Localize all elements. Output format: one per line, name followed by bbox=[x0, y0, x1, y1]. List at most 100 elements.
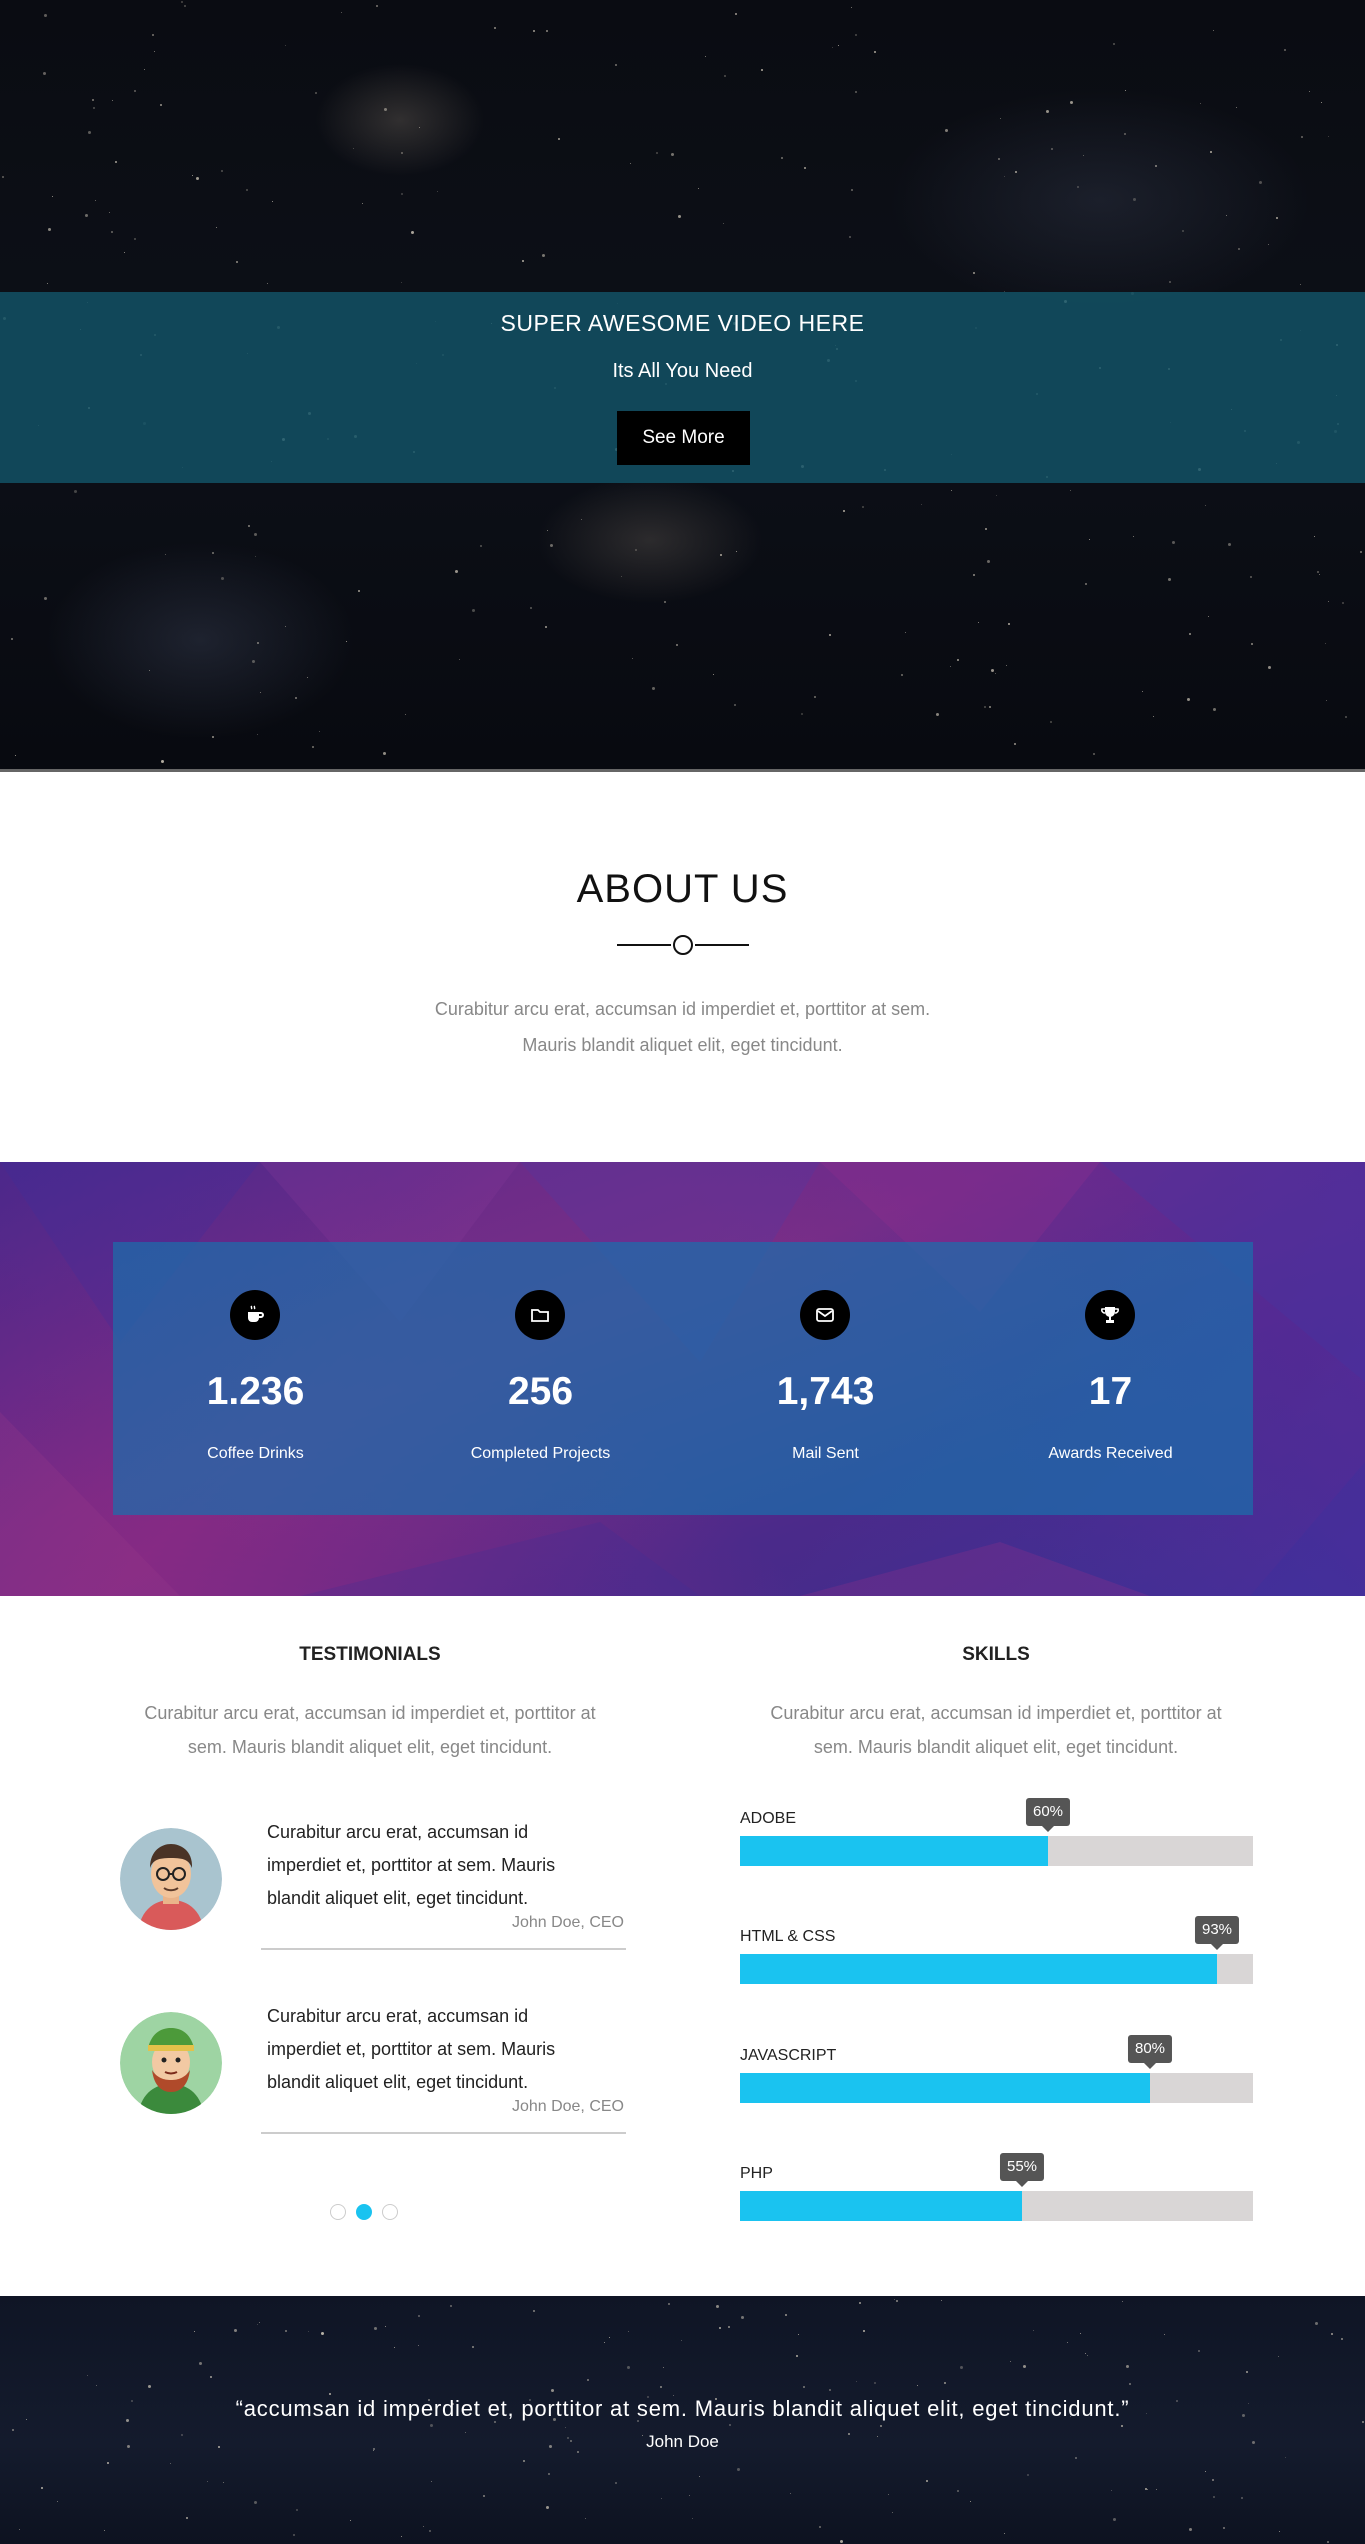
envelope-icon bbox=[800, 1290, 850, 1340]
skill-percent-tooltip: 80% bbox=[1127, 2035, 1173, 2069]
about-section: ABOUT US Curabitur arcu erat, accumsan i… bbox=[0, 775, 1365, 1162]
star bbox=[254, 533, 257, 536]
skills-desc-line2: sem. Mauris blandit aliquet elit, eget t… bbox=[813, 1737, 1179, 1757]
star bbox=[1200, 103, 1201, 104]
quote-author: John Doe bbox=[646, 2432, 719, 2451]
star bbox=[851, 7, 852, 8]
star bbox=[656, 152, 658, 154]
carousel-dot-1[interactable] bbox=[330, 2204, 346, 2220]
star bbox=[1067, 2342, 1068, 2343]
star bbox=[285, 626, 286, 627]
star bbox=[1360, 551, 1362, 553]
skill-bar-javascript: JAVASCRIPT 80% bbox=[740, 2035, 1253, 2115]
star bbox=[901, 674, 903, 676]
star bbox=[921, 504, 922, 505]
stat-value: 1.236 bbox=[206, 1370, 305, 1413]
star bbox=[149, 670, 150, 671]
star bbox=[546, 30, 548, 32]
stat-label: Coffee Drinks bbox=[207, 1445, 304, 1462]
star bbox=[57, 2501, 58, 2502]
carousel-dots bbox=[330, 2202, 402, 2222]
star bbox=[1326, 700, 1327, 701]
star bbox=[892, 2512, 893, 2513]
star bbox=[856, 2381, 857, 2382]
star bbox=[285, 45, 286, 46]
star bbox=[973, 574, 975, 576]
star bbox=[1093, 753, 1095, 755]
star bbox=[1124, 133, 1126, 135]
star bbox=[170, 2463, 171, 2464]
star bbox=[401, 2536, 402, 2537]
testimonial-line: blandit aliquet elit, eget tincidunt. bbox=[267, 2072, 529, 2092]
star bbox=[581, 519, 582, 520]
star bbox=[862, 506, 864, 508]
skill-fill bbox=[740, 2073, 1150, 2103]
star bbox=[483, 2495, 485, 2497]
star bbox=[112, 100, 113, 101]
star bbox=[1004, 176, 1005, 177]
avatar bbox=[120, 2012, 222, 2114]
star bbox=[615, 2482, 617, 2484]
star bbox=[92, 99, 94, 101]
star bbox=[1314, 536, 1315, 537]
testimonial-text: Curabitur arcu erat, accumsan id imperdi… bbox=[267, 1816, 607, 1915]
carousel-dot-2[interactable] bbox=[356, 2204, 372, 2220]
testimonials-title: TESTIMONIALS bbox=[299, 1644, 441, 1665]
star bbox=[248, 525, 250, 527]
star bbox=[2, 176, 4, 178]
star bbox=[664, 601, 666, 603]
star bbox=[1325, 643, 1326, 644]
star bbox=[941, 2300, 942, 2301]
star bbox=[43, 72, 46, 75]
star bbox=[723, 223, 724, 224]
star bbox=[1301, 136, 1303, 138]
skill-fill bbox=[740, 1836, 1048, 1866]
testimonial-divider bbox=[261, 2132, 626, 2134]
star bbox=[472, 609, 475, 612]
star bbox=[781, 157, 783, 159]
skill-name: ADOBE bbox=[740, 1810, 797, 1827]
skill-name: PHP bbox=[740, 2165, 773, 2182]
star bbox=[47, 283, 48, 284]
star bbox=[1083, 155, 1084, 156]
skill-track bbox=[740, 2073, 1253, 2103]
star bbox=[1142, 691, 1143, 692]
star bbox=[358, 590, 360, 592]
testimonial-line: imperdiet et, porttitor at sem. Mauris bbox=[267, 2039, 556, 2059]
star bbox=[1279, 2531, 1280, 2532]
stats-section: 1.236 Coffee Drinks 256 Completed Projec… bbox=[0, 1162, 1365, 1596]
star bbox=[385, 2326, 386, 2327]
star bbox=[11, 638, 13, 640]
testimonial-line: Curabitur arcu erat, accumsan id bbox=[267, 1822, 529, 1842]
carousel-dot-3[interactable] bbox=[382, 2204, 398, 2220]
star bbox=[587, 2379, 589, 2381]
star bbox=[1111, 2490, 1112, 2491]
skill-track bbox=[740, 2191, 1253, 2221]
hero-title: SUPER AWESOME VIDEO HERE bbox=[500, 310, 865, 336]
star bbox=[44, 14, 47, 17]
title-divider bbox=[617, 935, 749, 955]
star bbox=[260, 692, 261, 693]
star bbox=[1077, 186, 1079, 188]
star bbox=[1228, 543, 1231, 546]
star bbox=[522, 260, 524, 262]
star bbox=[550, 544, 553, 547]
star bbox=[790, 2493, 791, 2494]
star bbox=[523, 2460, 525, 2462]
star bbox=[547, 530, 548, 531]
star bbox=[207, 2481, 208, 2482]
avatar bbox=[120, 1828, 222, 1930]
star bbox=[960, 2366, 963, 2369]
star bbox=[285, 2330, 287, 2332]
star bbox=[1113, 2518, 1116, 2521]
star bbox=[109, 212, 110, 213]
star bbox=[548, 2473, 550, 2475]
star bbox=[713, 674, 714, 675]
star bbox=[87, 2375, 88, 2376]
star bbox=[341, 12, 342, 13]
star bbox=[604, 2342, 605, 2343]
see-more-button[interactable]: See More bbox=[617, 411, 750, 465]
star bbox=[1010, 2361, 1011, 2362]
star bbox=[565, 2427, 566, 2428]
star bbox=[630, 163, 631, 164]
